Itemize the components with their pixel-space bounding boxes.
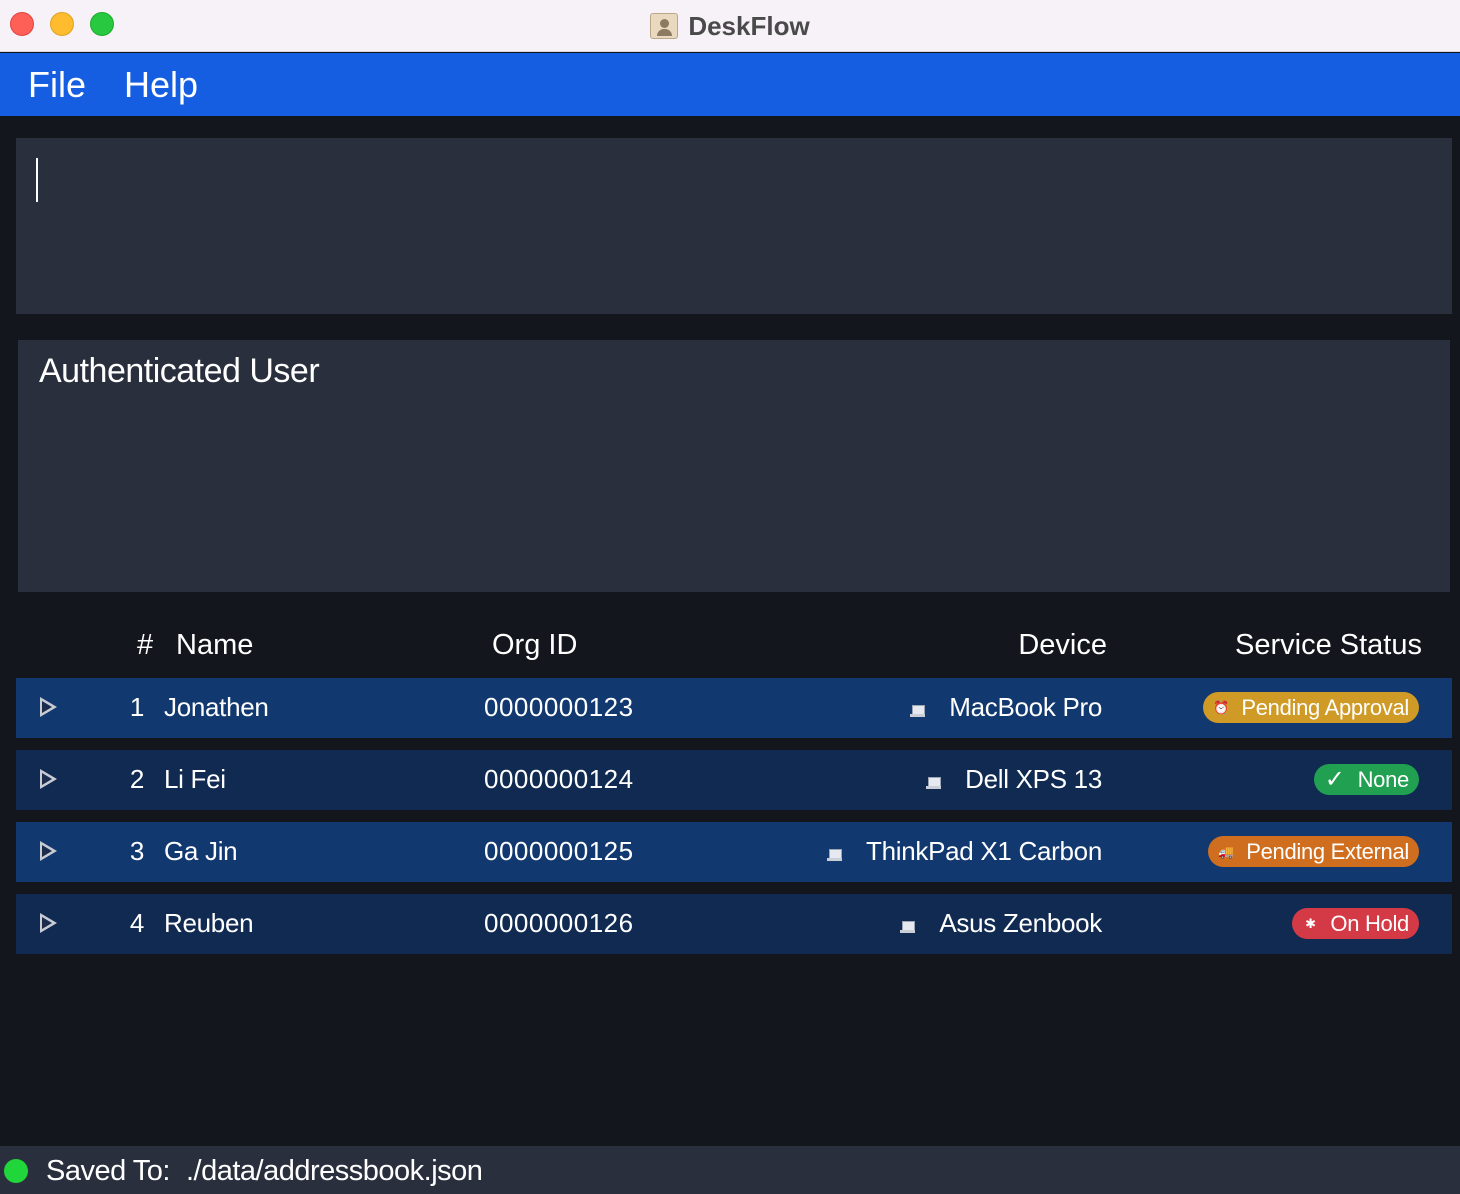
laptop-icon (827, 848, 843, 861)
row-device: MacBook Pro (910, 692, 1102, 723)
table-row[interactable]: 3 Ga Jin 0000000125 ThinkPad X1 Carbon 🚚… (16, 822, 1452, 882)
menu-help[interactable]: Help (124, 64, 198, 106)
row-name: Li Fei (164, 764, 226, 794)
status-bar: Saved To: ./data/addressbook.json (0, 1146, 1460, 1194)
header-name: Name (176, 629, 254, 661)
table-row[interactable]: 1 Jonathen 0000000123 MacBook Pro ⏰ Pend… (16, 678, 1452, 738)
header-org-id: Org ID (492, 629, 578, 661)
row-number: 2 (129, 764, 144, 794)
row-number: 3 (129, 836, 144, 866)
row-device: Dell XPS 13 (926, 764, 1102, 795)
row-name: Jonathen (164, 692, 269, 722)
row-org-id: 0000000125 (484, 836, 634, 866)
text-caret (36, 158, 38, 202)
header-number: # (137, 629, 154, 661)
expand-arrow-icon[interactable] (40, 769, 57, 789)
row-name: Ga Jin (164, 836, 238, 866)
header-device: Device (1018, 629, 1107, 661)
row-device: Asus Zenbook (900, 908, 1102, 939)
row-device-label: Dell XPS 13 (965, 764, 1102, 794)
check-icon: ✓ (1324, 766, 1345, 793)
alarm-clock-icon: ⏰ (1213, 699, 1230, 715)
laptop-icon (910, 704, 926, 717)
saved-to-label: Saved To: (46, 1155, 170, 1187)
app-icon (650, 13, 679, 39)
window-title: DeskFlow (688, 10, 810, 41)
row-org-id: 0000000126 (484, 908, 634, 938)
status-badge-label: On Hold (1330, 910, 1409, 936)
title-wrap: DeskFlow (0, 0, 1460, 52)
saved-indicator-icon (4, 1159, 28, 1183)
row-org-id: 0000000123 (484, 692, 634, 722)
command-box[interactable] (16, 138, 1452, 314)
expand-arrow-icon[interactable] (40, 913, 57, 933)
header-service-status: Service Status (1235, 629, 1422, 661)
status-badge-label: Pending Approval (1241, 694, 1409, 720)
table-header: # Name Org ID Device Service Status (16, 612, 1452, 674)
row-name: Reuben (164, 908, 254, 938)
status-badge-label: None (1357, 766, 1410, 792)
status-badge: ⏰ Pending Approval (1203, 692, 1419, 723)
status-badge-label: Pending External (1246, 838, 1409, 864)
row-org-id: 0000000124 (484, 764, 634, 794)
row-number: 4 (129, 908, 144, 938)
menu-bar: File Help (0, 53, 1460, 116)
table-row[interactable]: 2 Li Fei 0000000124 Dell XPS 13 ✓ None (16, 750, 1452, 810)
command-input[interactable] (16, 138, 1452, 314)
table-row[interactable]: 4 Reuben 0000000126 Asus Zenbook ✱ On Ho… (16, 894, 1452, 954)
row-device: ThinkPad X1 Carbon (827, 836, 1102, 867)
status-badge: ✱ On Hold (1292, 908, 1419, 939)
laptop-icon (926, 776, 942, 789)
app-window: DeskFlow File Help Authenticated User # … (0, 0, 1460, 1194)
row-number: 1 (129, 692, 144, 722)
gear-icon: ✱ (1305, 915, 1316, 931)
row-device-label: MacBook Pro (949, 692, 1102, 722)
status-badge: 🚚 Pending External (1208, 836, 1419, 867)
expand-arrow-icon[interactable] (40, 841, 57, 861)
title-bar: DeskFlow (0, 0, 1460, 52)
authenticated-user-panel: Authenticated User (18, 340, 1450, 592)
truck-icon: 🚚 (1218, 843, 1235, 859)
status-badge: ✓ None (1313, 764, 1419, 795)
row-device-label: ThinkPad X1 Carbon (866, 836, 1102, 866)
expand-arrow-icon[interactable] (40, 697, 57, 717)
authenticated-user-title: Authenticated User (39, 352, 320, 390)
saved-file-path: ./data/addressbook.json (186, 1155, 483, 1187)
menu-file[interactable]: File (28, 64, 86, 106)
laptop-icon (900, 920, 916, 933)
row-device-label: Asus Zenbook (939, 908, 1102, 938)
